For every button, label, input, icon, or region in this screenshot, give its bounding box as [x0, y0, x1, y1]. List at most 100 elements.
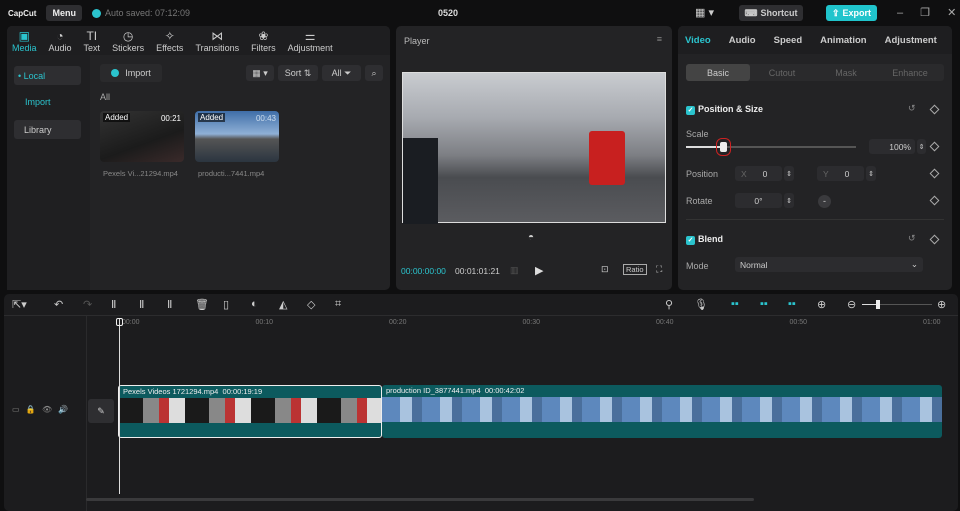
subtab-cutout[interactable]: Cutout: [750, 68, 814, 78]
sidebar-library[interactable]: Library: [14, 120, 81, 139]
tab-audio[interactable]: Audio: [729, 35, 756, 46]
slider-handle[interactable]: [876, 300, 880, 309]
tab-filters[interactable]: ❀ Filters: [251, 29, 276, 53]
undo-icon[interactable]: ↶: [54, 298, 63, 311]
stepper-icon[interactable]: ⇕: [866, 166, 876, 181]
stepper-icon[interactable]: ⇕: [917, 139, 926, 154]
stepper-icon[interactable]: ⇕: [784, 193, 794, 208]
select-tool-icon[interactable]: ⇱▾: [12, 298, 27, 311]
track-controls[interactable]: ▭ 🔒 👁 🔊: [12, 405, 68, 414]
reset-icon[interactable]: ↺: [908, 233, 916, 244]
text-icon: TI: [86, 28, 98, 43]
window-controls[interactable]: – ❐ ✕: [897, 6, 956, 19]
preview-axis-icon[interactable]: ⊕: [817, 298, 826, 311]
rotate-icon[interactable]: ◇: [307, 298, 315, 311]
tab-text[interactable]: TI Text: [84, 29, 101, 53]
rotate-handle-icon[interactable]: ◓: [528, 232, 534, 243]
zoom-slider[interactable]: [862, 300, 932, 309]
cover-edit-button[interactable]: ✎: [88, 399, 114, 423]
filter-button[interactable]: All ⏷: [322, 65, 361, 81]
position-x-input[interactable]: X0: [735, 166, 782, 181]
magnet-icon[interactable]: ▪▪: [760, 298, 768, 310]
playhead[interactable]: [116, 318, 123, 494]
crop-icon[interactable]: ⌗: [335, 298, 341, 311]
split-icon[interactable]: Ⅱ: [111, 298, 116, 311]
position-y-input[interactable]: Y0: [817, 166, 864, 181]
rotate-dial[interactable]: -: [818, 195, 831, 208]
media-item[interactable]: Added 00:43: [195, 111, 279, 162]
blend-header[interactable]: ✓ Blend: [686, 234, 723, 245]
scale-input[interactable]: 100%: [869, 139, 915, 154]
media-item[interactable]: Added 00:21: [100, 111, 184, 162]
link-main-track-icon[interactable]: ▪▪: [731, 298, 739, 310]
keyframe-icon[interactable]: [929, 141, 940, 152]
tab-video[interactable]: Video: [685, 35, 711, 46]
tab-adjustment[interactable]: ⚌ Adjustment: [288, 29, 333, 53]
keyframe-icon[interactable]: [929, 234, 940, 245]
shortcut-button[interactable]: ⌨ Shortcut: [739, 5, 803, 21]
player-menu-icon[interactable]: ≡: [657, 34, 662, 44]
rotate-input[interactable]: 0°: [735, 193, 782, 208]
magic-icon[interactable]: ⚲: [665, 298, 673, 311]
timeline-tick: 00:40: [656, 319, 674, 326]
tab-animation[interactable]: Animation: [820, 35, 866, 46]
tab-stickers[interactable]: ◷ Stickers: [112, 29, 144, 53]
search-button[interactable]: ⌕: [365, 65, 383, 81]
video-preview[interactable]: [402, 72, 666, 224]
reverse-icon[interactable]: ◐: [251, 298, 258, 310]
linkage-icon[interactable]: ▪▪: [788, 298, 796, 310]
import-label: Import: [125, 68, 151, 78]
tab-media[interactable]: ▣ Media: [12, 29, 37, 53]
split-right-icon[interactable]: Ⅱ: [167, 298, 172, 311]
sort-button[interactable]: Sort ⇅: [278, 65, 318, 81]
subtab-mask[interactable]: Mask: [814, 68, 878, 78]
mode-select[interactable]: Normal ⌄: [735, 257, 923, 272]
play-button[interactable]: ▶: [535, 264, 543, 277]
checkbox-icon[interactable]: ✓: [686, 106, 695, 115]
sidebar-import[interactable]: Import: [25, 97, 51, 107]
menu-button[interactable]: Menu: [46, 5, 82, 21]
current-time: 00:00:00:00: [401, 266, 446, 276]
horizontal-scrollbar[interactable]: [86, 498, 754, 501]
view-toggle[interactable]: ▦ ▾: [246, 65, 274, 81]
checkbox-icon[interactable]: ✓: [686, 236, 695, 245]
fit-icon[interactable]: ⊡: [601, 264, 609, 275]
redo-icon[interactable]: ↷: [83, 298, 92, 311]
tab-adjustment[interactable]: Adjustment: [885, 35, 937, 46]
tab-effects[interactable]: ✧ Effects: [156, 29, 183, 53]
keyframe-icon[interactable]: [929, 195, 940, 206]
frame-icon[interactable]: ▥: [510, 265, 519, 276]
zoom-in-icon[interactable]: ⊕: [937, 298, 946, 311]
stepper-icon[interactable]: ⇕: [784, 166, 794, 181]
search-icon: ⌕: [371, 67, 377, 78]
tab-audio[interactable]: ◔ Audio: [49, 29, 72, 53]
subtab-basic[interactable]: Basic: [686, 64, 750, 81]
layout-icon[interactable]: ▦ ▾: [695, 6, 714, 19]
ratio-button[interactable]: Ratio: [623, 264, 647, 275]
freeze-icon[interactable]: ▯: [223, 298, 229, 311]
import-button[interactable]: Import: [100, 64, 162, 82]
position-size-header[interactable]: ✓ Position & Size: [686, 104, 763, 115]
timeline-clip[interactable]: production ID_3877441.mp4 00:00:42:02: [382, 385, 942, 438]
tab-label: Audio: [48, 42, 72, 53]
tab-speed[interactable]: Speed: [774, 35, 803, 46]
reset-icon[interactable]: ↺: [908, 103, 916, 114]
split-left-icon[interactable]: Ⅱ: [139, 298, 144, 311]
microphone-icon[interactable]: 🎙: [694, 298, 708, 311]
delete-icon[interactable]: 🗑: [195, 298, 209, 311]
subtab-enhance[interactable]: Enhance: [878, 68, 942, 78]
sidebar-local[interactable]: • Local: [14, 66, 81, 85]
fullscreen-icon[interactable]: ⛶: [656, 264, 662, 275]
media-item-name: Pexels Vi...21294.mp4: [103, 169, 178, 178]
tab-transitions[interactable]: ⋈ Transitions: [195, 29, 239, 53]
keyframe-icon[interactable]: [929, 168, 940, 179]
timeline-clip[interactable]: Pexels Videos 1721294.mp4 00:00:19:19: [118, 385, 382, 438]
scale-slider[interactable]: [686, 138, 856, 156]
black-cab: [403, 138, 438, 224]
zoom-out-icon[interactable]: ⊖: [847, 298, 856, 311]
keyframe-icon[interactable]: [929, 104, 940, 115]
export-button[interactable]: ⇪ Export: [826, 5, 877, 21]
slider-handle[interactable]: [715, 138, 731, 156]
mirror-icon[interactable]: ◭: [279, 298, 287, 311]
duration: 00:21: [160, 114, 181, 123]
